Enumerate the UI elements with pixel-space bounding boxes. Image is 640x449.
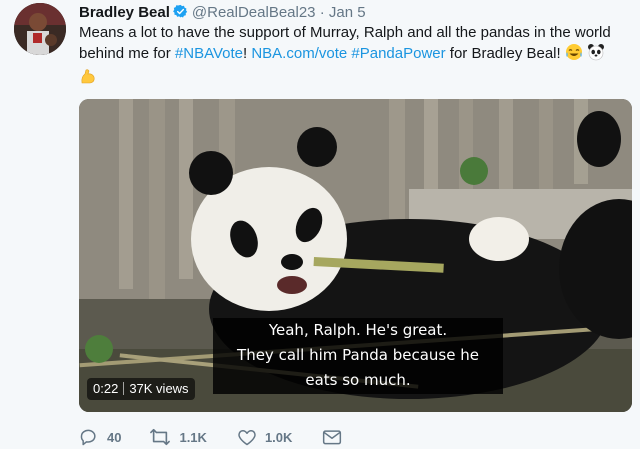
like-button[interactable]: 1.0K — [237, 427, 292, 447]
tears-of-joy-emoji-icon — [565, 43, 583, 67]
avatar[interactable] — [14, 3, 66, 55]
tweet-text: Means a lot to have the support of Murra… — [79, 22, 634, 91]
video-subtitle: Yeah, Ralph. He's great. They call him P… — [213, 318, 503, 393]
subtitle-line-2: They call him Panda because he — [237, 346, 479, 364]
reply-count: 40 — [107, 429, 122, 445]
tweet-text-part: for Bradley Beal! — [445, 45, 565, 62]
tweet-date[interactable]: Jan 5 — [329, 4, 366, 21]
heart-icon — [238, 430, 256, 446]
video-views: 37K views — [129, 381, 189, 396]
hashtag-link[interactable]: #NBAVote — [175, 45, 243, 62]
subtitle-line-1: Yeah, Ralph. He's great. — [268, 321, 448, 339]
reply-button[interactable]: 40 — [79, 427, 121, 447]
retweet-button[interactable]: 1.1K — [149, 427, 207, 447]
video-duration: 0:22 — [93, 381, 119, 396]
retweet-icon — [150, 428, 171, 446]
tweet-card[interactable]: Bradley Beal @RealDealBeal23 · Jan 5 Mean… — [0, 0, 640, 449]
hashtag-link[interactable]: #PandaPower — [351, 45, 445, 62]
reply-icon — [80, 429, 96, 446]
badge-divider — [123, 382, 125, 395]
url-link[interactable]: NBA.com/vote — [251, 45, 347, 62]
like-count: 1.0K — [264, 429, 293, 445]
retweet-count: 1.1K — [179, 429, 207, 445]
envelope-icon — [323, 430, 342, 445]
video-info-badge: 0:22 37K views — [87, 378, 195, 400]
flexed-biceps-emoji-icon — [79, 67, 97, 91]
tweet-header: Bradley Beal @RealDealBeal23 · Jan 5 — [79, 3, 366, 22]
verified-badge-icon — [172, 4, 188, 19]
direct-message-button[interactable] — [322, 428, 342, 446]
handle[interactable]: @RealDealBeal23 — [192, 4, 316, 21]
tweet-actions: 40 1.1K 1.0K — [79, 427, 366, 447]
subtitle-line-3: eats so much. — [305, 371, 411, 389]
panda-emoji-icon — [587, 43, 605, 67]
display-name[interactable]: Bradley Beal — [79, 4, 170, 21]
header-separator: · — [319, 4, 325, 21]
